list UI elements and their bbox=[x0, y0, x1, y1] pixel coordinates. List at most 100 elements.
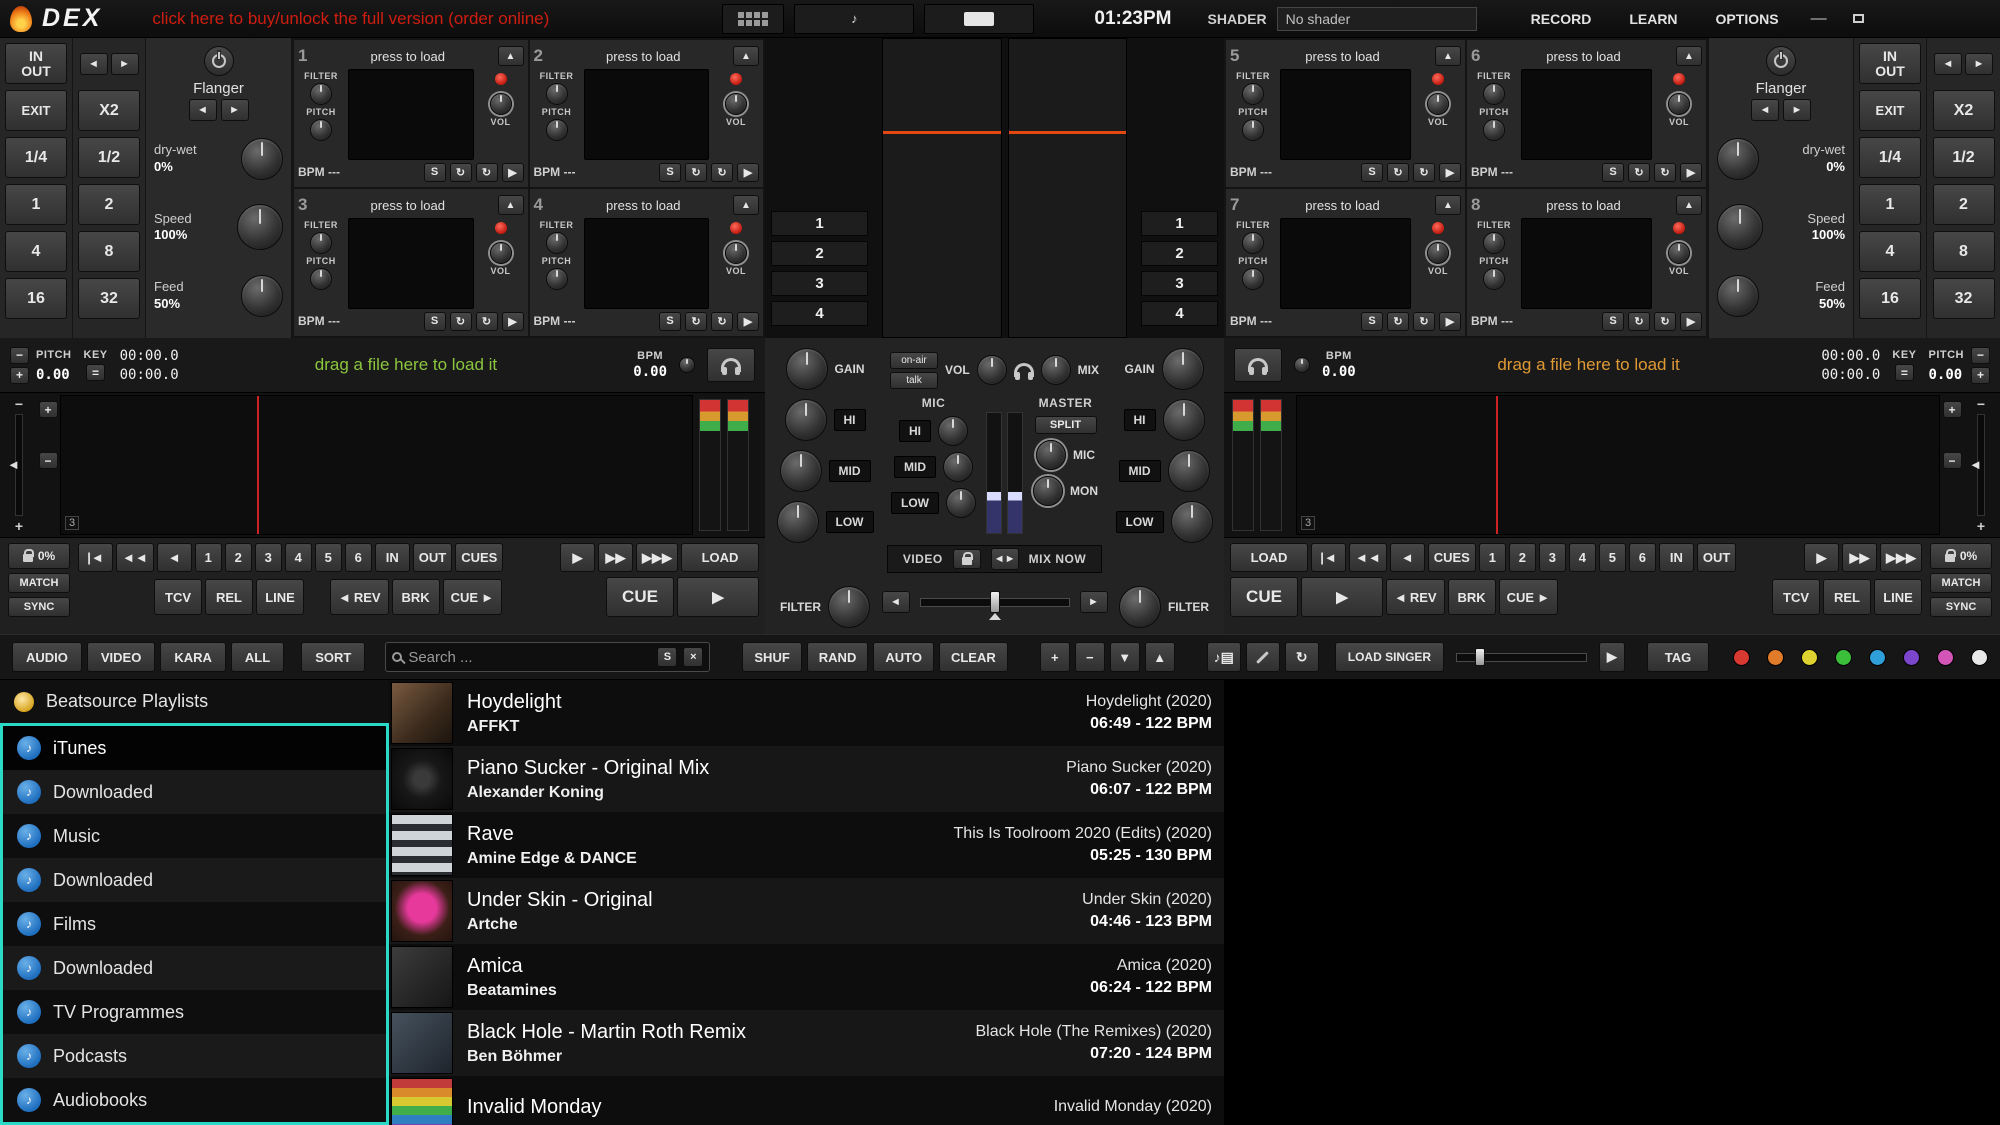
repeat-icon[interactable]: ↻ bbox=[476, 163, 498, 182]
eject-icon[interactable]: ▲ bbox=[1435, 46, 1461, 66]
sampler-load-text[interactable]: press to load bbox=[560, 49, 728, 64]
sampler-pitch-knob[interactable] bbox=[1483, 268, 1505, 290]
key-reset-button[interactable]: = bbox=[86, 364, 105, 381]
sampler-vol-knob[interactable] bbox=[490, 242, 512, 264]
sampler-load-text[interactable]: press to load bbox=[324, 198, 492, 213]
cues-button-a[interactable]: CUES bbox=[455, 543, 503, 572]
sampler-filter-knob[interactable] bbox=[1242, 83, 1264, 105]
record-dot[interactable] bbox=[495, 73, 507, 85]
sampler-pitch-knob[interactable] bbox=[310, 268, 332, 290]
waveform-display-b[interactable]: 3 bbox=[1296, 395, 1940, 535]
match-button-a[interactable]: MATCH bbox=[8, 573, 70, 593]
bpm-fine-knob-b[interactable] bbox=[1294, 357, 1310, 373]
x2-button-a[interactable]: X2 bbox=[78, 90, 140, 131]
hi-knob-a[interactable] bbox=[785, 399, 827, 441]
loop-half-button-b[interactable]: 1/2 bbox=[1933, 137, 1995, 178]
sampler-filter-knob[interactable] bbox=[1483, 83, 1505, 105]
mid-knob-b[interactable] bbox=[1168, 450, 1210, 492]
cue-number-button[interactable]: 1 bbox=[195, 543, 222, 572]
track-row[interactable]: Invalid Monday Invalid Monday (2020) bbox=[389, 1076, 1224, 1125]
x2-button-b[interactable]: X2 bbox=[1933, 90, 1995, 131]
sampler-filter-knob[interactable] bbox=[1483, 232, 1505, 254]
step-fwd-icon[interactable]: ▶ bbox=[1804, 543, 1839, 572]
pitch-slider-track[interactable]: ◄ bbox=[15, 414, 23, 516]
mix-now-button[interactable]: MIX NOW bbox=[1029, 552, 1087, 566]
record-dot[interactable] bbox=[1673, 73, 1685, 85]
clear-button[interactable]: CLEAR bbox=[939, 642, 1008, 672]
sidebar-item[interactable]: ♪ Audiobooks bbox=[3, 1078, 386, 1122]
gain-knob-a[interactable] bbox=[786, 348, 828, 390]
beat-jump-row[interactable]: 4 bbox=[771, 301, 868, 326]
skip-start-icon[interactable]: |◄ bbox=[78, 543, 113, 572]
remove-icon[interactable]: − bbox=[1075, 642, 1105, 672]
track-row[interactable]: Under Skin - Original Artche Under Skin … bbox=[389, 878, 1224, 944]
beat-counter-icon[interactable] bbox=[722, 4, 784, 34]
sampler-filter-knob[interactable] bbox=[546, 83, 568, 105]
sync-button-b[interactable]: SYNC bbox=[1930, 597, 1992, 617]
play-button-a[interactable]: ▶ bbox=[677, 577, 759, 617]
cue-number-button[interactable]: 3 bbox=[1539, 543, 1566, 572]
color-tag-dot[interactable] bbox=[1869, 649, 1886, 666]
filter-knob-a[interactable] bbox=[828, 586, 870, 628]
waveform-display-a[interactable]: 3 bbox=[60, 395, 693, 535]
sidebar-item[interactable]: ♪ Downloaded bbox=[3, 946, 386, 990]
track-row[interactable]: Black Hole - Martin Roth Remix Ben Böhme… bbox=[389, 1010, 1224, 1076]
match-button-b[interactable]: MATCH bbox=[1930, 573, 1992, 593]
sampler-filter-knob[interactable] bbox=[1242, 232, 1264, 254]
music-note-icon[interactable]: ♪ bbox=[794, 4, 914, 34]
repeat-icon[interactable]: ↻ bbox=[1654, 312, 1676, 331]
speed-knob-b[interactable] bbox=[1717, 204, 1763, 250]
playlist-icon[interactable]: ♪▤ bbox=[1207, 642, 1241, 672]
loop-16-button-b[interactable]: 16 bbox=[1859, 278, 1921, 319]
loop-32-button-a[interactable]: 32 bbox=[78, 278, 140, 319]
sidebar-item[interactable]: ♪ Music bbox=[3, 814, 386, 858]
dry-wet-knob-a[interactable] bbox=[241, 138, 283, 180]
zoom-out-button[interactable]: − bbox=[39, 452, 58, 469]
sampler-load-text[interactable]: press to load bbox=[1256, 49, 1429, 64]
slider-minus-icon[interactable]: − bbox=[1977, 397, 1985, 411]
browser-tab[interactable]: VIDEO bbox=[87, 642, 155, 672]
browser-tab[interactable]: AUDIO bbox=[12, 642, 82, 672]
color-tag-dot[interactable] bbox=[1937, 649, 1954, 666]
sampler-sync-button[interactable]: S bbox=[424, 163, 446, 182]
speed-knob-a[interactable] bbox=[237, 204, 283, 250]
cue-number-button[interactable]: 6 bbox=[345, 543, 372, 572]
sync-button-a[interactable]: SYNC bbox=[8, 597, 70, 617]
slider-plus-icon[interactable]: + bbox=[1977, 519, 1985, 533]
cue-forward-button-b[interactable]: CUE► bbox=[1499, 579, 1558, 615]
browser-tab[interactable]: KARA bbox=[160, 642, 226, 672]
sampler-pitch-knob[interactable] bbox=[310, 119, 332, 141]
loop-double-right-icon[interactable]: ► bbox=[111, 53, 139, 75]
fx-next-icon[interactable]: ► bbox=[1783, 99, 1811, 121]
eject-icon[interactable]: ▲ bbox=[498, 195, 524, 215]
minimize-button[interactable]: — bbox=[1803, 10, 1835, 28]
load-button-a[interactable]: LOAD bbox=[681, 543, 759, 572]
step-back-icon[interactable]: ◄ bbox=[157, 543, 192, 572]
play-button-b[interactable]: ▶ bbox=[1301, 577, 1383, 617]
random-button[interactable]: RAND bbox=[807, 642, 869, 672]
sampler-load-text[interactable]: press to load bbox=[1497, 198, 1670, 213]
reverse-button-b[interactable]: ◄REV bbox=[1386, 579, 1445, 615]
cue-number-button[interactable]: 6 bbox=[1629, 543, 1656, 572]
crossfade-left-icon[interactable]: ◄ bbox=[882, 591, 910, 613]
track-row[interactable]: Hoydelight AFFKT Hoydelight (2020) 06:49… bbox=[389, 680, 1224, 746]
sampler-vol-knob[interactable] bbox=[490, 93, 512, 115]
gain-knob-b[interactable] bbox=[1162, 348, 1204, 390]
sampler-play-icon[interactable]: ▶ bbox=[737, 163, 759, 182]
eject-icon[interactable]: ▲ bbox=[733, 46, 759, 66]
loop-half-left-icon[interactable]: ◄ bbox=[1934, 53, 1962, 75]
mon-knob[interactable] bbox=[1033, 476, 1063, 506]
brake-button-a[interactable]: BRK bbox=[392, 579, 440, 615]
sampler-load-text[interactable]: press to load bbox=[324, 49, 492, 64]
preview-volume-slider[interactable] bbox=[1456, 653, 1587, 662]
fast-fwd-icon[interactable]: ▶▶ bbox=[598, 543, 633, 572]
maximize-button[interactable] bbox=[1845, 10, 1872, 28]
loop-1-button-a[interactable]: 1 bbox=[5, 184, 67, 225]
loop-quarter-button-a[interactable]: 1/4 bbox=[5, 137, 67, 178]
sampler-sync-button[interactable]: S bbox=[659, 163, 681, 182]
headphone-cue-button-a[interactable] bbox=[707, 348, 755, 382]
add-icon[interactable]: + bbox=[1040, 642, 1070, 672]
color-tag-dot[interactable] bbox=[1801, 649, 1818, 666]
zoom-out-button[interactable]: − bbox=[1943, 452, 1962, 469]
step-fwd-icon[interactable]: ▶ bbox=[560, 543, 595, 572]
